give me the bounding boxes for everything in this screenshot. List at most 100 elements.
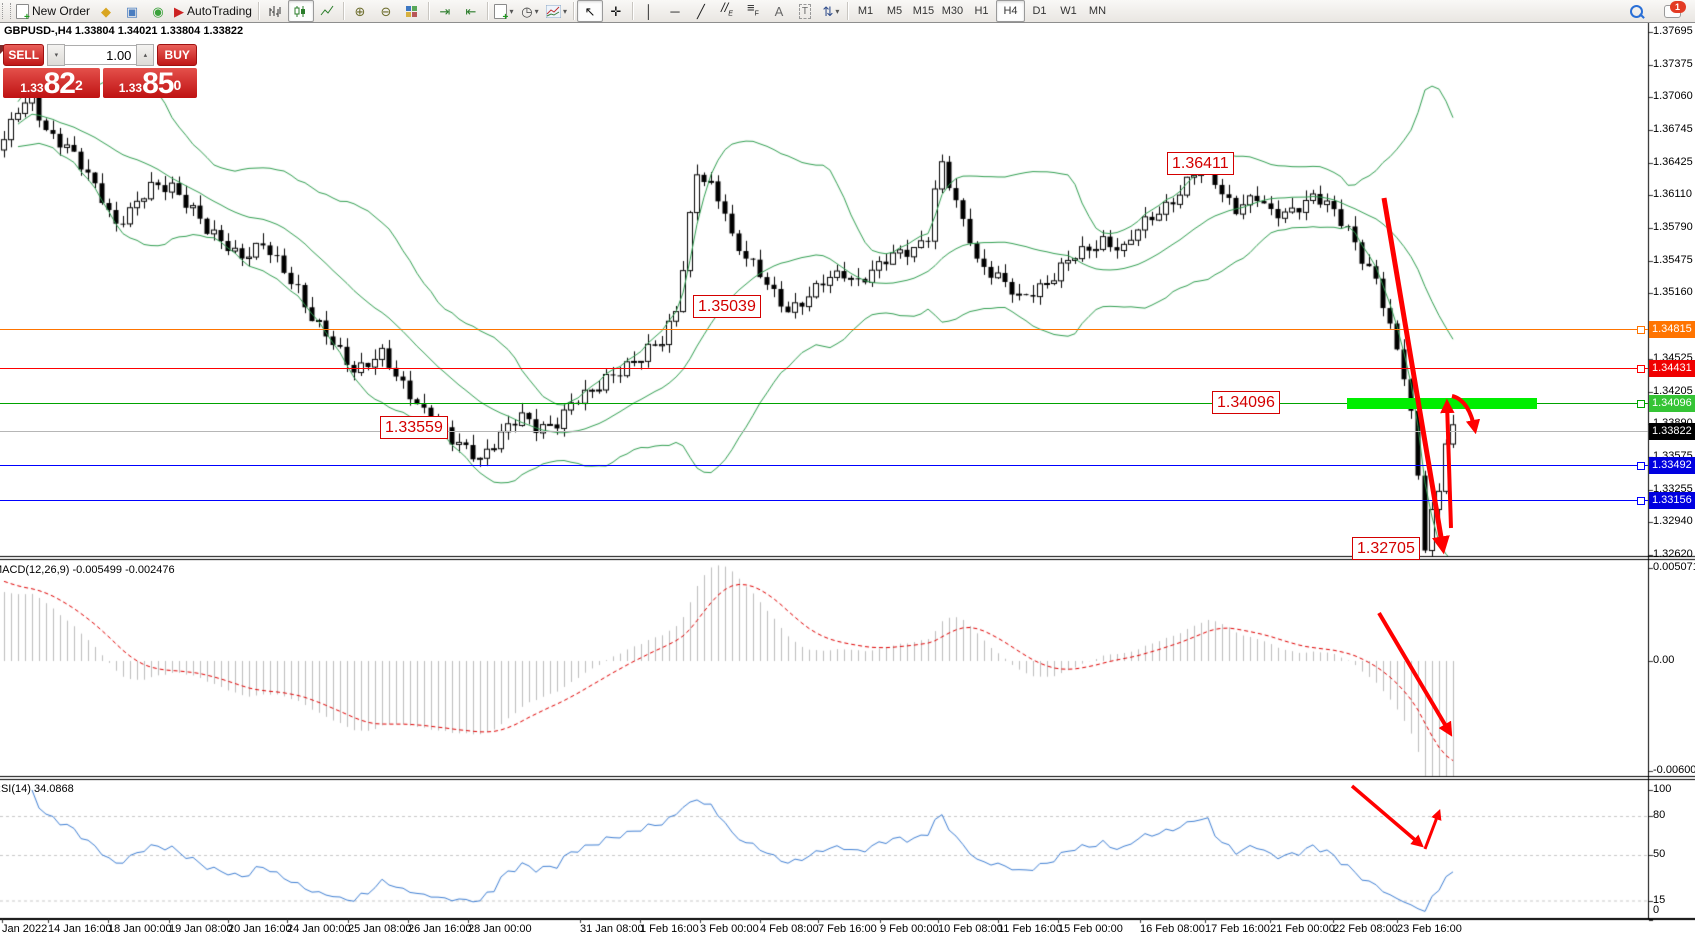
cursor-icon: ↖ (585, 5, 596, 18)
current-price-line (0, 431, 1648, 432)
timeframe-M15[interactable]: M15 (909, 0, 938, 22)
y-axis-label: 1.35160 (1653, 286, 1693, 298)
line-anchor[interactable] (1637, 462, 1645, 470)
new-chart-menu-button[interactable]: +▾ (491, 0, 517, 22)
bar-chart-mode-button[interactable] (262, 0, 288, 22)
rsi-axis-label: 100 (1653, 783, 1671, 795)
line-anchor[interactable] (1637, 326, 1645, 334)
price-annotation-label[interactable]: 1.32705 (1352, 537, 1420, 560)
rsi-axis-label: 50 (1653, 848, 1665, 860)
terminal-window: + New Order ◆ ▣ ◉ ▶ AutoTrading ⊕ ⊖ ⇥ ⇤ (0, 0, 1695, 939)
y-axis-label: 1.37695 (1653, 25, 1693, 37)
indicators-menu-button[interactable]: ▾ (543, 0, 570, 22)
sell-price-small: 1.33 (20, 78, 43, 98)
chart-shift-button[interactable]: ⇤ (458, 0, 484, 22)
timeframe-group: M1M5M15M30H1H4D1W1MN (851, 0, 1112, 22)
zoom-in-button[interactable]: ⊕ (347, 0, 373, 22)
crosshair-tool-button[interactable]: ✛ (603, 0, 629, 22)
timeframe-MN[interactable]: MN (1083, 0, 1112, 22)
hline-1.34431[interactable] (0, 368, 1648, 369)
rsi-indicator-label: RSI(14) 34.0868 (0, 783, 74, 795)
sell-price-sup: 2 (75, 68, 83, 102)
y-axis-label: 1.35790 (1653, 221, 1693, 233)
buy-price-display[interactable]: 1.33850 (103, 68, 197, 98)
x-axis-label: 23 Feb 16:00 (1397, 923, 1462, 935)
timeframe-H1[interactable]: H1 (967, 0, 996, 22)
timeframe-M30[interactable]: M30 (938, 0, 967, 22)
horizontal-line-icon: ─ (670, 5, 679, 18)
toolbar-grip[interactable] (2, 3, 11, 19)
window-icon: ▣ (126, 5, 138, 18)
trendline-tool-button[interactable]: ╱ (688, 0, 714, 22)
autotrading-button[interactable]: ▶ AutoTrading (171, 0, 255, 22)
mql-community-button[interactable]: ◆ (93, 0, 119, 22)
new-order-button[interactable]: + New Order (13, 0, 93, 22)
x-axis-label: 4 Feb 08:00 (760, 923, 819, 935)
line-anchor[interactable] (1637, 400, 1645, 408)
sell-price-big: 82 (44, 70, 75, 98)
sell-button[interactable]: SELL (3, 44, 44, 66)
x-axis-label: 20 Jan 16:00 (228, 923, 292, 935)
tile-windows-icon (406, 6, 417, 17)
timeframe-M1[interactable]: M1 (851, 0, 880, 22)
timeframe-D1[interactable]: D1 (1025, 0, 1054, 22)
text-icon: A (775, 5, 784, 18)
chart-canvas[interactable] (0, 0, 1695, 939)
candlestick-icon (294, 5, 308, 18)
price-annotation-label[interactable]: 1.33559 (380, 416, 448, 439)
line-chart-icon (320, 5, 334, 18)
current-price-tag: 1.33822 (1649, 423, 1695, 440)
tile-windows-button[interactable] (399, 0, 425, 22)
volume-stepper: ▾ ▴ (47, 45, 154, 65)
notification-badge: 1 (1670, 1, 1686, 13)
fibonacci-tool-button[interactable]: ≡F (740, 0, 766, 22)
text-tool-button[interactable]: A (766, 0, 792, 22)
auto-scroll-button[interactable]: ⇥ (432, 0, 458, 22)
cursor-tool-button[interactable]: ↖ (577, 0, 603, 22)
text-label-icon: T (799, 4, 811, 19)
timeframe-H4[interactable]: H4 (996, 0, 1025, 22)
profiles-menu-button[interactable]: ◷▾ (517, 0, 543, 22)
hline-1.34815[interactable] (0, 329, 1648, 330)
auto-scroll-icon: ⇥ (440, 5, 451, 18)
x-axis-label: 11 Feb 16:00 (998, 923, 1062, 935)
buy-button[interactable]: BUY (157, 44, 197, 66)
candlestick-mode-button[interactable] (288, 0, 314, 22)
price-annotation-label[interactable]: 1.35039 (693, 295, 761, 318)
market-watch-button[interactable]: ▣ (119, 0, 145, 22)
zoom-out-button[interactable]: ⊖ (373, 0, 399, 22)
x-axis-label: 19 Jan 08:00 (169, 923, 233, 935)
horizontal-line-tool-button[interactable]: ─ (662, 0, 688, 22)
macd-axis-label: 0.00 (1653, 654, 1674, 666)
signal-icon: ◉ (152, 5, 163, 18)
indicators-icon (546, 5, 561, 18)
bar-chart-icon (268, 5, 282, 18)
y-axis-label: 1.36425 (1653, 156, 1693, 168)
line-chart-mode-button[interactable] (314, 0, 340, 22)
x-axis-label: 15 Feb 00:00 (1058, 923, 1123, 935)
x-axis-label: 28 Jan 00:00 (468, 923, 532, 935)
timeframe-W1[interactable]: W1 (1054, 0, 1083, 22)
sell-price-display[interactable]: 1.33822 (3, 68, 100, 98)
vertical-line-tool-button[interactable]: │ (636, 0, 662, 22)
support-zone-rectangle[interactable] (1347, 398, 1537, 409)
volume-increase-button[interactable]: ▴ (136, 44, 154, 66)
arrows-menu-button[interactable]: ⇅▾ (818, 0, 844, 22)
volume-input[interactable] (65, 45, 136, 65)
volume-decrease-button[interactable]: ▾ (47, 44, 65, 66)
buy-price-sup: 0 (173, 68, 181, 102)
channel-tool-button[interactable]: //E (714, 0, 740, 22)
price-annotation-label[interactable]: 1.36411 (1167, 152, 1234, 175)
hline-1.33156[interactable] (0, 500, 1648, 501)
text-label-tool-button[interactable]: T (792, 0, 818, 22)
x-axis-label: 21 Feb 00:00 (1270, 923, 1335, 935)
price-annotation-label[interactable]: 1.34096 (1212, 391, 1280, 414)
line-anchor[interactable] (1637, 365, 1645, 373)
rsi-axis-label: 0 (1653, 904, 1659, 916)
line-anchor[interactable] (1637, 497, 1645, 505)
search-button[interactable] (1623, 0, 1649, 22)
signals-button[interactable]: ◉ (145, 0, 171, 22)
timeframe-M5[interactable]: M5 (880, 0, 909, 22)
hline-1.33492[interactable] (0, 465, 1648, 466)
notifications-button[interactable]: 1 (1659, 0, 1685, 22)
